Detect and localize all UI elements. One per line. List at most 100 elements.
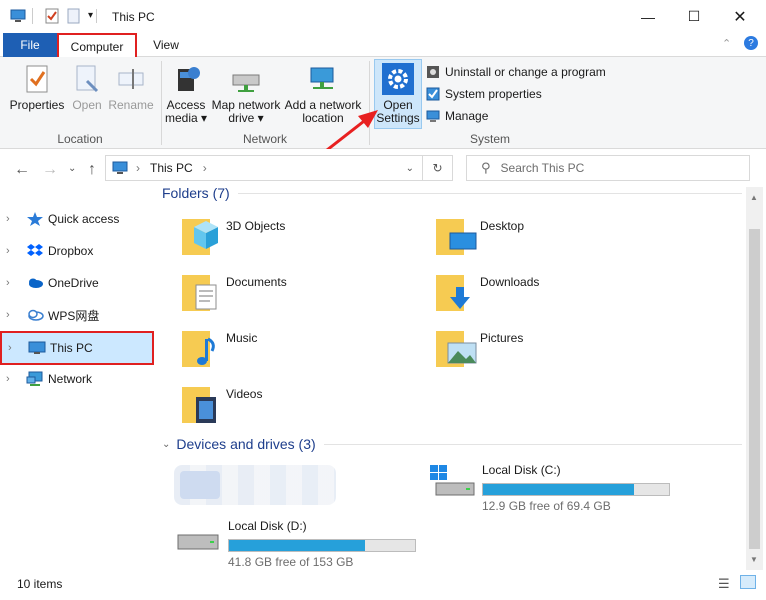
breadcrumb-this-pc[interactable]: This PC [150,161,193,175]
qa-dropdown-icon[interactable]: ▾ [88,10,93,21]
ribbon-tabs: File Computer View ⌃ ? [0,33,766,58]
expand-chevron-icon[interactable]: › [6,213,20,225]
expand-chevron-icon[interactable]: › [6,309,20,321]
title-divider [96,9,97,23]
rename-label: Rename [108,98,154,112]
tab-computer[interactable]: Computer [57,33,137,58]
navigation-pane: › Quick access › Dropbox › OneDrive › WP… [0,187,156,570]
nav-item-this-pc[interactable]: › This PC [0,331,154,365]
refresh-button[interactable]: ↻ [423,155,453,181]
drive-tile-d[interactable]: Local Disk (D:) 41.8 GB free of 153 GB [176,519,416,569]
open-label: Open [72,98,102,112]
folder-tile[interactable]: Pictures [434,327,684,377]
section-divider [237,192,742,194]
drive-usage-fill [483,484,634,495]
cloud-icon [29,278,43,288]
expand-chevron-icon[interactable]: › [8,342,22,354]
collapse-chevron-icon[interactable]: ⌄ [162,439,170,450]
forward-arrow-icon[interactable]: → [42,161,58,179]
folder-label: Documents [226,275,287,289]
folder-tile[interactable]: Desktop [434,215,684,265]
manage-button[interactable]: Manage [426,107,488,125]
breadcrumb-chevron-icon[interactable]: › [203,161,207,175]
section-divider [323,443,742,445]
help-icon[interactable]: ? [744,36,758,50]
uninstall-label: Uninstall or change a program [445,65,606,79]
star-icon [27,212,43,226]
uninstall-program-button[interactable]: Uninstall or change a program [426,63,606,81]
status-bar: 10 items ☰ [0,570,766,598]
window-title: This PC [112,10,155,24]
settings-gear-icon [382,63,414,95]
drive-tile-c[interactable]: Local Disk (C:) 12.9 GB free of 69.4 GB [430,463,670,513]
folder-label: Desktop [480,219,525,233]
nav-item-onedrive[interactable]: › OneDrive [0,267,156,299]
devices-section-header[interactable]: ⌄ Devices and drives (3) [162,436,742,452]
scroll-up-icon[interactable]: ▲ [750,193,758,202]
manage-label: Manage [445,109,489,123]
folder-tile[interactable]: 3D Objects [180,215,430,265]
open-button[interactable]: Open [66,63,108,112]
nav-label: OneDrive [48,276,99,290]
content-pane: Folders (7) 3D Objects Desktop Documents… [156,187,746,570]
expand-chevron-icon[interactable]: › [6,373,20,385]
vertical-scrollbar[interactable]: ▲ ▼ [746,187,763,570]
expand-chevron-icon[interactable]: › [6,277,20,289]
network-icon [26,371,43,386]
access-media-button[interactable]: Access media ▾ [164,63,208,125]
rename-button[interactable]: Rename [108,63,154,112]
nav-label: Quick access [48,212,120,226]
scroll-down-icon[interactable]: ▼ [750,555,758,564]
open-icon [76,65,99,93]
details-view-icon[interactable]: ☰ [718,576,730,592]
properties-check-icon[interactable] [44,8,60,24]
collapse-ribbon-icon[interactable]: ⌃ [722,37,731,50]
folder-tile[interactable]: Music [180,327,430,377]
tab-file[interactable]: File [3,33,57,57]
scrollbar-thumb[interactable] [749,229,760,549]
minimize-button[interactable]: — [625,0,671,33]
system-properties-icon [426,87,440,101]
folder-tile[interactable]: Downloads [434,271,684,321]
drive-free-space: 41.8 GB free of 153 GB [228,555,354,569]
back-arrow-icon[interactable]: ← [14,161,30,179]
drive-free-space: 12.9 GB free of 69.4 GB [482,499,611,513]
documents-folder-icon [180,271,224,315]
folder-tile[interactable]: Videos [180,383,430,433]
maximize-button[interactable]: ☐ [671,0,717,33]
drive-usage-bar [228,539,416,552]
close-button[interactable]: ✕ [717,0,763,33]
folders-section-header[interactable]: Folders (7) [162,187,742,201]
folder-label: Videos [226,387,263,401]
nav-item-quick-access[interactable]: › Quick access [0,203,156,235]
map-network-drive-button[interactable]: Map network drive ▾ [208,63,284,125]
address-row: ← → ⌄ ↑ › This PC › ⌄ ↻ ⚲ Search This PC [0,149,766,187]
access-media-label-2: media ▾ [164,111,208,125]
address-bar[interactable]: › This PC › ⌄ [105,155,423,181]
folders-header-label: Folders (7) [162,187,230,201]
tab-view[interactable]: View [143,33,189,57]
qa-divider [32,8,33,24]
large-icons-view-icon[interactable] [740,575,756,589]
drive-icon [176,519,222,555]
search-input[interactable]: ⚲ Search This PC [466,155,750,181]
nav-item-network[interactable]: › Network [0,363,156,395]
up-arrow-icon[interactable]: ↑ [88,161,96,179]
drive-name: Local Disk (D:) [228,519,307,533]
properties-button[interactable]: Properties [8,63,66,112]
nav-item-wps[interactable]: › WPS网盘 [0,299,156,331]
desktop-folder-icon [434,215,478,259]
expand-chevron-icon[interactable]: › [6,245,20,257]
address-dropdown-icon[interactable]: ⌄ [406,163,414,174]
drive-usage-fill [229,540,365,551]
uninstall-icon [427,66,439,78]
system-properties-button[interactable]: System properties [426,85,542,103]
breadcrumb-chevron-icon[interactable]: › [136,161,140,175]
devices-header-label: Devices and drives (3) [176,436,316,452]
new-folder-icon[interactable] [66,8,82,24]
folder-tile[interactable]: Documents [180,271,430,321]
map-drive-label-2: drive ▾ [228,111,264,125]
nav-item-dropbox[interactable]: › Dropbox [0,235,156,267]
recent-locations-icon[interactable]: ⌄ [68,163,76,174]
system-properties-label: System properties [445,87,542,101]
